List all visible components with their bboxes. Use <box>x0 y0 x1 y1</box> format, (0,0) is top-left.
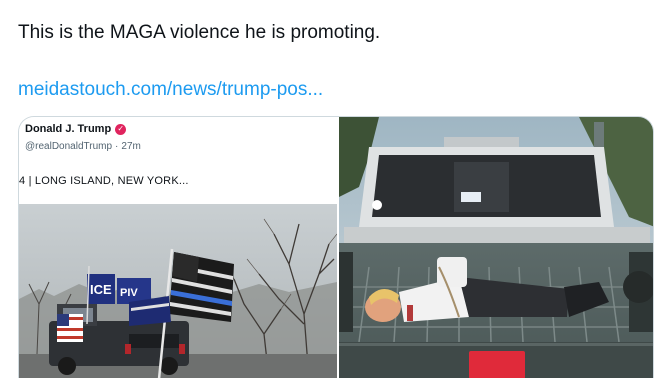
verified-badge-icon: ✓ <box>115 123 127 135</box>
embedded-post-header: Donald J. Trump ✓ @realDonaldTrump · 27m <box>25 123 141 152</box>
embedded-post-time: 27m <box>121 141 141 152</box>
tweet-media-grid[interactable]: Donald J. Trump ✓ @realDonaldTrump · 27m 4… <box>18 116 654 378</box>
truck-bed-photo <box>339 117 653 378</box>
embedded-post-caption: 4 | LONG ISLAND, NEW YORK... <box>19 175 189 187</box>
embedded-post-handle: @realDonaldTrump <box>25 141 113 152</box>
tweet-text: This is the MAGA violence he is promotin… <box>18 22 381 43</box>
embedded-post-meta: @realDonaldTrump · 27m <box>25 141 141 152</box>
flag-text-ice: ICE <box>90 282 112 297</box>
street-flags-photo: ICE PIV <box>19 204 337 378</box>
embedded-post-author: Donald J. Trump <box>25 123 112 135</box>
tweet-link[interactable]: meidastouch.com/news/trump-pos... <box>18 79 323 101</box>
flag-text-piv: PIV <box>120 287 138 299</box>
media-image-left[interactable]: Donald J. Trump ✓ @realDonaldTrump · 27m 4… <box>19 117 337 378</box>
media-image-right[interactable] <box>339 117 653 378</box>
